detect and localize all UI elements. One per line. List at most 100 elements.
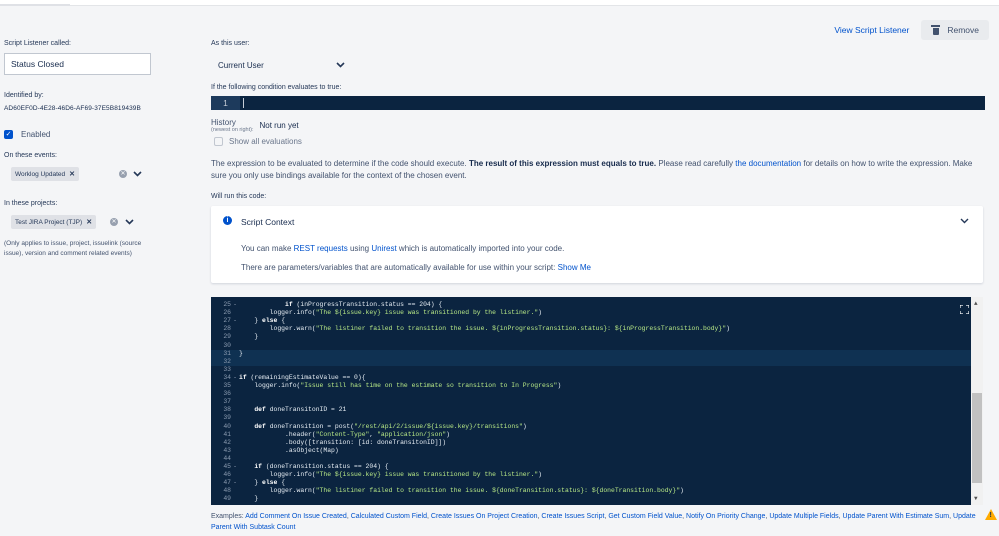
code-line: 45- if (doneTransition.status == 204) { bbox=[211, 463, 971, 471]
identified-by-label: Identified by: bbox=[4, 92, 44, 99]
code-line: 25- if (inProgressTransition.status == 2… bbox=[211, 301, 971, 309]
code-line: 41 .header("Content-Type", "application/… bbox=[211, 431, 971, 439]
line-number: 47 bbox=[223, 479, 231, 487]
code-line: 48 logger.warn("The listiner failed to t… bbox=[211, 487, 971, 495]
example-link[interactable]: Calculated Custom Field bbox=[351, 513, 427, 520]
condition-label: If the following condition evaluates to … bbox=[211, 84, 342, 91]
code-line: 35 logger.info("Issue still has time on … bbox=[211, 382, 971, 390]
enabled-checkbox[interactable]: ✓ bbox=[4, 130, 13, 139]
remove-project-icon[interactable]: ✕ bbox=[86, 218, 92, 226]
view-script-listener-link[interactable]: View Script Listener bbox=[834, 25, 909, 35]
line-number: 37 bbox=[223, 398, 231, 406]
line-number: 30 bbox=[223, 341, 231, 349]
line-number: 48 bbox=[223, 487, 231, 495]
script-context-panel: i Script Context You can make REST reque… bbox=[211, 206, 983, 283]
code-line: 29 } bbox=[211, 333, 971, 341]
text-cursor bbox=[243, 98, 244, 108]
code-text: if (inProgressTransition.status == 204) … bbox=[285, 301, 443, 308]
example-link[interactable]: Notify On Priority Change bbox=[686, 513, 765, 520]
events-select[interactable]: Worklog Updated ✕ ✕ bbox=[4, 167, 154, 181]
show-evaluations-row[interactable]: Show all evaluations bbox=[214, 137, 985, 146]
fold-toggle-icon[interactable]: - bbox=[231, 479, 239, 487]
ctx-text-params: There are parameters/variables that are … bbox=[241, 263, 556, 272]
code-text: logger.info("Issue still has time on the… bbox=[239, 382, 562, 389]
fullscreen-icon[interactable] bbox=[959, 304, 970, 315]
events-label: On these events: bbox=[4, 152, 57, 159]
line-number: 1 bbox=[211, 96, 240, 110]
info-icon: i bbox=[223, 216, 232, 225]
code-text: } bbox=[239, 333, 259, 341]
code-text: if (doneTransition.status == 204) { bbox=[254, 463, 389, 470]
user-select[interactable]: Current User bbox=[211, 57, 351, 73]
fold-toggle-icon[interactable]: - bbox=[231, 317, 239, 325]
listener-name-input[interactable]: Status Closed bbox=[4, 53, 151, 75]
projects-select[interactable]: Test JIRA Project (TJP) ✕ ✕ bbox=[4, 215, 154, 229]
code-line: 47- } else { bbox=[211, 479, 971, 487]
example-link[interactable]: Update Parent With Estimate Sum bbox=[843, 513, 950, 520]
code-line: 32 bbox=[211, 357, 971, 366]
clear-projects-icon[interactable]: ✕ bbox=[110, 218, 119, 226]
code-text: if (remainingEstimateValue == 0){ bbox=[239, 373, 366, 381]
example-link[interactable]: Get Custom Field Value bbox=[608, 513, 682, 520]
documentation-link[interactable]: the documentation bbox=[735, 159, 801, 168]
scroll-up-icon[interactable]: ▲ bbox=[974, 300, 978, 307]
code-text: logger.info("The ${issue.key} issue was … bbox=[239, 309, 542, 317]
scroll-down-icon[interactable]: ▼ bbox=[974, 495, 978, 502]
show-me-link[interactable]: Show Me bbox=[558, 263, 591, 272]
line-number: 39 bbox=[223, 414, 231, 422]
show-evaluations-label: Show all evaluations bbox=[229, 137, 302, 146]
projects-note: (Only applies to issue, project, issueli… bbox=[4, 240, 142, 257]
line-number: 49 bbox=[223, 495, 231, 503]
enabled-row[interactable]: ✓ Enabled bbox=[4, 130, 154, 139]
ctx-text-b: using bbox=[349, 244, 370, 253]
code-line: 34- if (remainingEstimateValue == 0){ bbox=[211, 374, 971, 382]
code-text: logger.warn("The listiner failed to tran… bbox=[239, 487, 684, 495]
chevron-down-icon[interactable] bbox=[124, 217, 134, 227]
line-number: 28 bbox=[223, 325, 231, 333]
example-link[interactable]: Create Issues Script bbox=[541, 513, 604, 520]
chevron-down-icon[interactable] bbox=[960, 217, 969, 226]
show-evaluations-checkbox[interactable] bbox=[214, 137, 223, 146]
history-label: History bbox=[211, 118, 236, 127]
code-text: .header("Content-Type", "application/jso… bbox=[239, 430, 450, 438]
unirest-link[interactable]: Unirest bbox=[371, 244, 396, 253]
chevron-down-icon bbox=[335, 60, 345, 70]
remove-button[interactable]: Remove bbox=[921, 20, 989, 40]
fold-toggle-icon[interactable]: - bbox=[231, 301, 239, 309]
line-number: 46 bbox=[223, 471, 231, 479]
event-chip-label: Worklog Updated bbox=[15, 170, 66, 178]
code-text: logger.info("The ${issue.key} issue was … bbox=[239, 471, 542, 479]
main-form: As this user: Current User If the follow… bbox=[211, 40, 985, 283]
code-editor[interactable]: 25- if (inProgressTransition.status == 2… bbox=[211, 297, 983, 505]
header-actions: View Script Listener Remove bbox=[834, 20, 989, 40]
condition-editor[interactable]: 1 bbox=[211, 96, 985, 110]
remove-event-icon[interactable]: ✕ bbox=[69, 170, 75, 178]
code-text: def doneTransition = post("/rest/api/2/i… bbox=[254, 422, 527, 430]
top-bar bbox=[0, 0, 999, 6]
chevron-down-icon[interactable] bbox=[133, 169, 143, 179]
clear-events-icon[interactable]: ✕ bbox=[118, 170, 127, 178]
code-line: 39 bbox=[211, 414, 971, 422]
history-sublabel: (newest on right): bbox=[211, 127, 254, 133]
line-number: 42 bbox=[223, 438, 231, 446]
warning-icon: ! bbox=[985, 509, 997, 520]
ctx-text-c: which is automatically imported into you… bbox=[398, 244, 565, 253]
example-link[interactable]: Create Issues On Project Creation bbox=[431, 513, 538, 520]
desc-text-2: Please read carefully bbox=[658, 159, 734, 168]
rest-requests-link[interactable]: REST requests bbox=[294, 244, 348, 253]
user-label: As this user: bbox=[211, 40, 250, 47]
fold-toggle-icon[interactable]: - bbox=[231, 374, 239, 382]
line-number: 29 bbox=[223, 333, 231, 341]
example-link[interactable]: Update Multiple Fields bbox=[769, 513, 838, 520]
desc-text-1: The expression to be evaluated to determ… bbox=[211, 159, 467, 168]
code-scrollbar[interactable]: ▲ ▼ bbox=[971, 297, 983, 505]
line-number: 45 bbox=[223, 463, 231, 470]
fold-toggle-icon[interactable]: - bbox=[231, 463, 239, 471]
line-number: 34 bbox=[223, 373, 231, 381]
example-link[interactable]: Add Comment On Issue Created bbox=[245, 513, 347, 520]
code-text: .body([transition: [id: doneTransitonID]… bbox=[239, 438, 447, 446]
code-line: 38 def doneTransitonID = 21 bbox=[211, 406, 971, 414]
code-line: 42 .body([transition: [id: doneTransiton… bbox=[211, 439, 971, 447]
code-line: 46 logger.info("The ${issue.key} issue w… bbox=[211, 471, 971, 479]
scroll-thumb[interactable] bbox=[972, 393, 982, 483]
